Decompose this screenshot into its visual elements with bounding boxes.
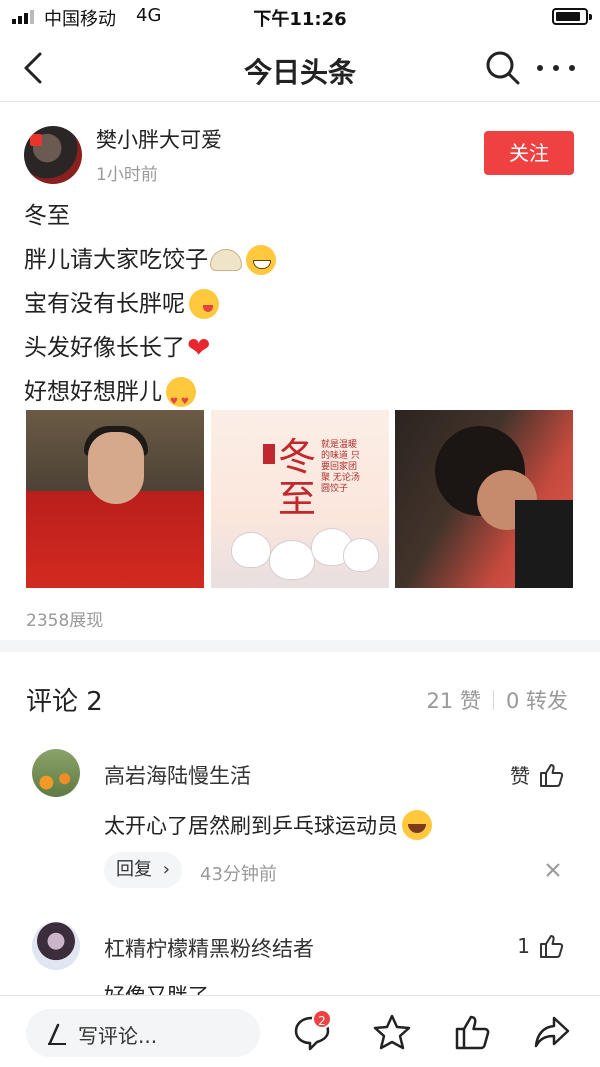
- more-icon[interactable]: [535, 61, 577, 75]
- post-line-text: 好想好想胖儿: [24, 379, 162, 405]
- grin-emoji-icon: [246, 245, 276, 275]
- view-count: 2358展现: [26, 611, 104, 631]
- post-line: 头发好像长长了 ❤: [24, 326, 276, 370]
- commenter-name[interactable]: 杠精柠檬精黑粉终结者: [104, 933, 314, 963]
- post-stats: 21 赞 0 转发: [427, 685, 568, 715]
- author-avatar[interactable]: [24, 126, 82, 184]
- comment-text-body: 太开心了居然刷到乒乓球运动员: [104, 814, 398, 838]
- pen-icon: [48, 1023, 66, 1045]
- like-icon: [540, 935, 564, 958]
- wink-tongue-emoji-icon: [189, 289, 219, 319]
- post-image-3[interactable]: [395, 410, 573, 588]
- share-icon[interactable]: [532, 1012, 572, 1052]
- comment-time: 43分钟前: [200, 864, 277, 885]
- reply-label: 回复: [116, 859, 152, 880]
- stats-divider: [492, 690, 494, 710]
- comments-title: 评论 2: [26, 687, 103, 717]
- post-image-1[interactable]: [26, 410, 204, 588]
- commenter-name[interactable]: 高岩海陆慢生活: [104, 760, 251, 790]
- post-line: 冬至: [24, 194, 276, 238]
- post-line-text: 宝有没有长胖呢: [24, 291, 185, 317]
- like-icon[interactable]: [452, 1012, 492, 1052]
- status-bar: 中国移动 4G 下午11:26: [0, 0, 600, 34]
- post-image-2[interactable]: 冬至 就是温暖的味道 只要回家团聚 无论汤圆饺子: [211, 410, 389, 588]
- comment-like-label: 赞: [510, 764, 530, 788]
- dumpling-emoji-icon: [210, 249, 242, 271]
- write-comment-input[interactable]: 写评论...: [26, 1009, 260, 1057]
- author-name[interactable]: 樊小胖大可爱: [96, 124, 222, 154]
- comment-like-count: 1: [517, 934, 530, 958]
- write-comment-placeholder: 写评论...: [78, 1024, 158, 1048]
- follow-button[interactable]: 关注: [484, 131, 574, 175]
- post-time: 1小时前: [96, 165, 158, 185]
- status-time: 下午11:26: [253, 9, 347, 30]
- shares-count[interactable]: 0 转发: [506, 685, 568, 715]
- commenter-avatar[interactable]: [32, 749, 80, 797]
- like-icon: [540, 763, 564, 787]
- commenter-avatar[interactable]: [32, 922, 80, 970]
- search-icon[interactable]: [484, 49, 522, 87]
- comment-count-badge: 2: [312, 1009, 332, 1029]
- post-line: 好想好想胖儿: [24, 370, 276, 423]
- post-line: 胖儿请大家吃饺子: [24, 238, 276, 282]
- nav-bar: 今日头条: [0, 34, 600, 102]
- section-divider: [0, 640, 600, 652]
- post-line: 宝有没有长胖呢: [24, 282, 276, 326]
- heart-emoji-icon: ❤: [187, 331, 211, 364]
- comment-like-button[interactable]: 赞: [510, 760, 564, 789]
- likes-count[interactable]: 21 赞: [427, 685, 481, 715]
- post-line-text: 胖儿请大家吃饺子: [24, 247, 208, 273]
- post-line-text: 头发好像长长了: [24, 335, 185, 361]
- comment-like-button[interactable]: 1: [517, 933, 564, 959]
- image-verse: 就是温暖的味道 只要回家团聚 无论汤圆饺子: [321, 440, 360, 494]
- close-icon[interactable]: [545, 862, 561, 878]
- chevron-right-icon: ›: [162, 859, 170, 880]
- laughing-emoji-icon: [402, 810, 432, 840]
- heart-eyes-emoji-icon: [166, 377, 196, 423]
- post-line-text: 冬至: [24, 203, 70, 229]
- comment-text: 太开心了居然刷到乒乓球运动员: [104, 810, 432, 840]
- reply-button[interactable]: 回复 ›: [104, 852, 182, 888]
- star-icon[interactable]: [372, 1012, 412, 1052]
- image-title: 冬至: [277, 435, 316, 521]
- battery-icon: [552, 8, 592, 25]
- post-body: 冬至 胖儿请大家吃饺子 宝有没有长胖呢 头发好像长长了 ❤ 好想好想胖儿: [24, 194, 276, 423]
- bottom-bar: 写评论... 2: [0, 995, 600, 1067]
